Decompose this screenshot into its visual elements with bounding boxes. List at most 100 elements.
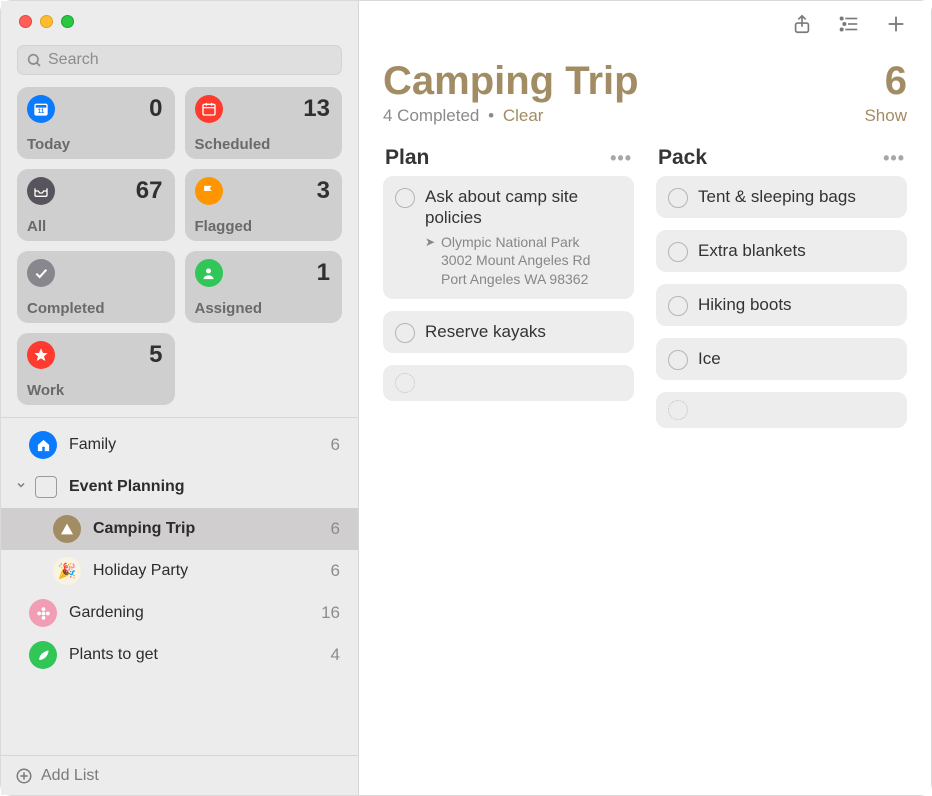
person-icon [195,259,223,287]
plus-icon [885,13,907,35]
reminder-title: Ask about camp site policies [425,186,622,229]
share-icon [791,12,813,36]
search-field[interactable] [17,45,342,75]
reminder-item[interactable]: Tent & sleeping bags [656,176,907,218]
reminder-location: ➤ Olympic National Park 3002 Mount Angel… [425,233,622,290]
sidebar-item-plants-to-get[interactable]: Plants to get 4 [1,634,358,676]
sidebar-item-holiday-party[interactable]: 🎉 Holiday Party 6 [1,550,358,592]
sidebar-group-event-planning[interactable]: Event Planning [1,466,358,508]
section-pack: Pack ••• Tent & sleeping bags Extra blan… [656,146,907,440]
tray-icon [27,177,55,205]
party-icon: 🎉 [53,557,81,585]
section-title: Plan [385,146,429,170]
search-icon [26,52,42,68]
fullscreen-window-button[interactable] [61,15,74,28]
sidebar-item-camping-trip[interactable]: Camping Trip 6 [1,508,358,550]
sidebar-item-count: 6 [331,435,340,455]
sidebar-item-count: 16 [321,603,340,623]
completed-label: Completed [27,300,163,317]
add-list-button[interactable]: Add List [1,755,358,795]
toolbar [359,1,931,51]
smart-list-completed[interactable]: Completed [17,251,175,323]
complete-toggle[interactable] [395,323,415,343]
all-count: 67 [136,177,163,205]
today-count: 0 [149,95,162,123]
reminder-title: Hiking boots [698,294,895,315]
flagged-label: Flagged [195,218,331,235]
all-label: All [27,218,163,235]
house-icon [29,431,57,459]
reminder-item[interactable]: Reserve kayaks [383,311,634,353]
smart-list-assigned[interactable]: 1 Assigned [185,251,343,323]
checkmark-icon [27,259,55,287]
flagged-count: 3 [317,177,330,205]
new-reminder-placeholder[interactable] [656,392,907,428]
section-menu-button[interactable]: ••• [883,148,905,169]
search-input[interactable] [48,51,333,69]
group-icon [35,476,57,498]
flag-icon [195,177,223,205]
sidebar-item-label: Plants to get [69,646,331,664]
calendar-today-icon: 11 [27,95,55,123]
sidebar-item-label: Camping Trip [93,520,331,538]
smart-list-flagged[interactable]: 3 Flagged [185,169,343,241]
add-list-label: Add List [41,767,99,785]
close-window-button[interactable] [19,15,32,28]
reminder-item[interactable]: Hiking boots [656,284,907,326]
complete-toggle [395,373,415,393]
smart-list-today[interactable]: 11 0 Today [17,87,175,159]
svg-text:11: 11 [38,109,45,115]
page-title: Camping Trip [383,59,639,104]
assigned-label: Assigned [195,300,331,317]
smart-list-scheduled[interactable]: 13 Scheduled [185,87,343,159]
complete-toggle[interactable] [668,350,688,370]
reminder-item[interactable]: Ask about camp site policies ➤ Olympic N… [383,176,634,299]
location-icon: ➤ [425,234,435,250]
clear-completed-button[interactable]: Clear [503,106,544,125]
today-label: Today [27,136,163,153]
complete-toggle [668,400,688,420]
section-title: Pack [658,146,707,170]
sidebar-item-label: Family [69,436,331,454]
chevron-down-icon [15,478,29,496]
show-completed-button[interactable]: Show [864,106,907,126]
reminder-item[interactable]: Extra blankets [656,230,907,272]
list-bullet-indent-icon [837,13,861,35]
leaf-icon [29,641,57,669]
section-menu-button[interactable]: ••• [610,148,632,169]
section-plan: Plan ••• Ask about camp site policies ➤ … [383,146,634,440]
new-reminder-button[interactable] [885,13,907,40]
reminder-title: Reserve kayaks [425,321,622,342]
plus-circle-icon [15,767,33,785]
calendar-icon [195,95,223,123]
reminder-item[interactable]: Ice [656,338,907,380]
new-reminder-placeholder[interactable] [383,365,634,401]
sidebar: 11 0 Today 13 Scheduled [1,1,359,795]
flower-icon [29,599,57,627]
sidebar-item-label: Gardening [69,604,321,622]
sidebar-item-count: 6 [331,519,340,539]
completed-summary: 4 Completed [383,106,479,125]
sidebar-item-gardening[interactable]: Gardening 16 [1,592,358,634]
smart-list-work[interactable]: 5 Work [17,333,175,405]
complete-toggle[interactable] [395,188,415,208]
work-count: 5 [149,341,162,369]
minimize-window-button[interactable] [40,15,53,28]
complete-toggle[interactable] [668,188,688,208]
window-controls [1,1,358,41]
sidebar-item-count: 6 [331,561,340,581]
smart-list-all[interactable]: 67 All [17,169,175,241]
sidebar-item-family[interactable]: Family 6 [1,424,358,466]
reminder-title: Ice [698,348,895,369]
complete-toggle[interactable] [668,242,688,262]
star-icon [27,341,55,369]
reminder-title: Tent & sleeping bags [698,186,895,207]
share-button[interactable] [791,12,813,41]
complete-toggle[interactable] [668,296,688,316]
reminder-title: Extra blankets [698,240,895,261]
sidebar-item-label: Holiday Party [93,562,331,580]
view-options-button[interactable] [837,13,861,40]
main-pane: Camping Trip 6 4 Completed • Clear Show … [359,1,931,795]
work-label: Work [27,382,163,399]
assigned-count: 1 [317,259,330,287]
